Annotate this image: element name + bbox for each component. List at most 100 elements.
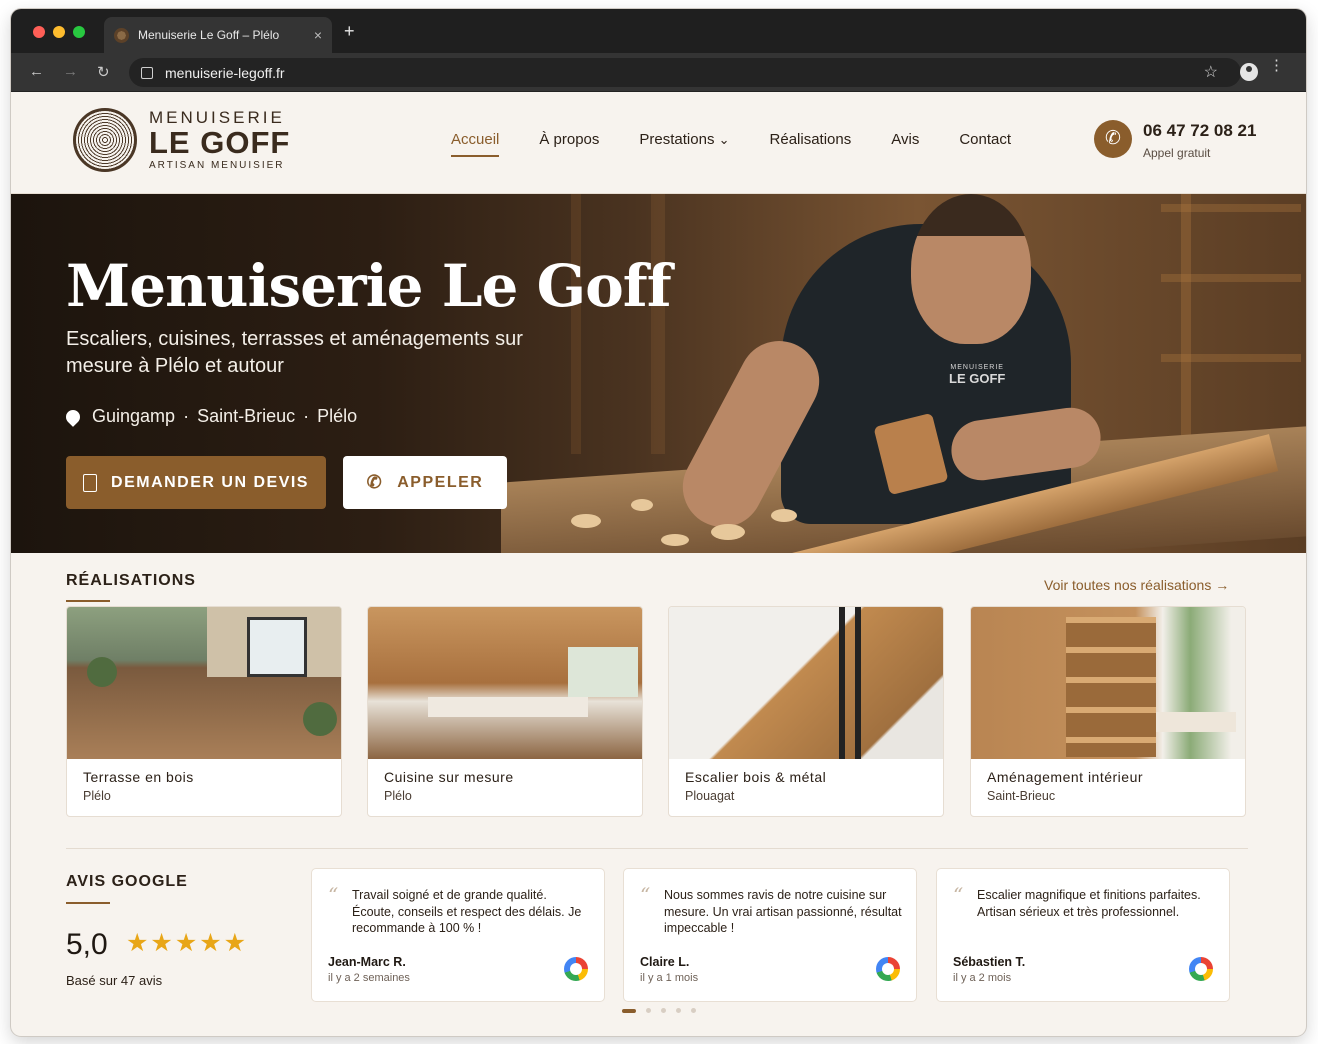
bookmark-star-icon[interactable]: ☆: [1204, 62, 1218, 82]
reload-icon[interactable]: ↻: [97, 63, 110, 81]
call-label: APPELER: [397, 473, 484, 491]
realisation-card[interactable]: Cuisine sur mesure Plélo: [367, 606, 643, 817]
logo-text[interactable]: MENUISERIE LE GOFF ARTISAN MENUISIER: [149, 108, 290, 171]
phone-icon[interactable]: ✆: [1094, 120, 1132, 158]
see-all-link[interactable]: Voir toutes nos réalisations →: [1044, 577, 1229, 593]
card-title: Cuisine sur mesure: [384, 769, 514, 785]
document-icon: [83, 473, 98, 492]
google-icon: [1189, 957, 1213, 981]
card-title: Terrasse en bois: [83, 769, 194, 785]
maximize-window-button[interactable]: [73, 26, 85, 38]
browser-window: Menuiserie Le Goff – Plélo × + ← → ↻ men…: [11, 9, 1306, 1036]
browser-menu-icon[interactable]: ⋮: [1269, 58, 1284, 73]
review-text: Nous sommes ravis de notre cuisine sur m…: [664, 888, 902, 935]
google-icon: [564, 957, 588, 981]
review-date: il y a 2 semaines: [328, 972, 410, 984]
address-bar[interactable]: menuiserie-legoff.fr: [129, 58, 1241, 87]
review-date: il y a 1 mois: [640, 972, 699, 984]
section-divider: [66, 848, 1248, 849]
tab-title: Menuiserie Le Goff – Plélo: [138, 28, 280, 42]
kitchen-photo: [368, 607, 642, 759]
nav-prestations[interactable]: Prestations ⌄: [639, 131, 729, 157]
separator: ·: [303, 406, 310, 426]
logo-line-3: ARTISAN MENUISIER: [149, 160, 285, 171]
hero-locations: Guingamp · Saint-Brieuc · Plélo: [63, 406, 358, 427]
back-icon[interactable]: ←: [29, 63, 44, 80]
avis-title: AVIS GOOGLE: [66, 873, 188, 890]
realisation-card[interactable]: Terrasse en bois Plélo: [66, 606, 342, 817]
quote-icon: “: [640, 883, 651, 907]
rating-count: Basé sur 47 avis: [66, 973, 163, 988]
location-pin-icon: [63, 406, 83, 427]
browser-tab[interactable]: Menuiserie Le Goff – Plélo ×: [104, 17, 332, 53]
realisation-card[interactable]: Escalier bois & métal Plouagat: [668, 606, 944, 817]
close-window-button[interactable]: [33, 26, 45, 38]
reviewer-name: Jean-Marc R.: [328, 955, 406, 969]
quote-icon: “: [953, 883, 964, 907]
forward-icon[interactable]: →: [63, 63, 78, 80]
rating-stars: ★★★★★: [126, 929, 249, 957]
minimize-window-button[interactable]: [53, 26, 65, 38]
phone-subtitle: Appel gratuit: [1143, 146, 1211, 160]
carousel-pager: [622, 1008, 696, 1013]
nav-a-propos[interactable]: À propos: [539, 131, 599, 157]
new-tab-button[interactable]: +: [344, 21, 355, 42]
pager-dot[interactable]: [676, 1008, 681, 1013]
review-text: Travail soigné et de grande qualité. Éco…: [352, 888, 582, 935]
review-card[interactable]: “ Travail soigné et de grande qualité. É…: [311, 868, 605, 1002]
review-card[interactable]: “ Escalier magnifique et finitions parfa…: [936, 868, 1230, 1002]
separator: ·: [183, 406, 190, 426]
title-underline: [66, 902, 110, 904]
pager-dot-active[interactable]: [622, 1008, 636, 1013]
card-location: Saint-Brieuc: [987, 789, 1056, 803]
nav-avis[interactable]: Avis: [891, 131, 919, 157]
terrace-photo: [67, 607, 341, 759]
toolbar: ← → ↻ menuiserie-legoff.fr ☆ ⋮: [11, 53, 1306, 92]
title-underline: [66, 600, 110, 602]
location-2: Saint-Brieuc: [197, 406, 296, 426]
pager-dot[interactable]: [661, 1008, 666, 1013]
realisations-title: RÉALISATIONS: [66, 572, 196, 589]
card-location: Plélo: [384, 789, 412, 803]
nav-prestations-label: Prestations: [639, 131, 715, 148]
shirt-logo: MENUISERIE LE GOFF: [949, 364, 1006, 386]
card-title: Escalier bois & métal: [685, 769, 827, 785]
main-nav: Accueil À propos Prestations ⌄ Réalisati…: [451, 131, 1011, 157]
hero-section: MENUISERIE LE GOFF Menuiserie Le Goff Es…: [11, 194, 1306, 553]
reviewer-name: Sébastien T.: [953, 955, 1026, 969]
call-button[interactable]: ✆ APPELER: [343, 456, 507, 509]
interior-photo: [971, 607, 1245, 759]
staircase-photo: [669, 607, 943, 759]
location-1: Guingamp: [92, 406, 176, 426]
hero-title: Menuiserie Le Goff: [66, 252, 672, 320]
nav-contact[interactable]: Contact: [959, 131, 1011, 157]
review-text: Escalier magnifique et finitions parfait…: [977, 888, 1201, 919]
realisation-card[interactable]: Aménagement intérieur Saint-Brieuc: [970, 606, 1246, 817]
nav-realisations[interactable]: Réalisations: [770, 131, 852, 157]
logo-wood-rings-icon[interactable]: [73, 108, 137, 172]
window-controls: [33, 26, 85, 38]
profile-icon[interactable]: [1240, 63, 1258, 81]
request-quote-button[interactable]: DEMANDER UN DEVIS: [66, 456, 326, 509]
location-3: Plélo: [317, 406, 358, 426]
logo-line-2: LE GOFF: [149, 125, 291, 160]
tab-bar: Menuiserie Le Goff – Plélo × +: [11, 9, 1306, 53]
nav-accueil[interactable]: Accueil: [451, 131, 500, 157]
card-location: Plouagat: [685, 789, 735, 803]
site-info-icon[interactable]: [141, 66, 153, 79]
quote-icon: “: [328, 883, 339, 907]
url-text: menuiserie-legoff.fr: [165, 64, 285, 81]
pager-dot[interactable]: [646, 1008, 651, 1013]
hero-subtitle: Escaliers, cuisines, terrasses et aménag…: [66, 328, 523, 377]
request-quote-label: DEMANDER UN DEVIS: [111, 473, 309, 491]
favicon-icon: [114, 27, 129, 43]
reviewer-name: Claire L.: [640, 955, 690, 969]
phone-icon: ✆: [366, 472, 384, 492]
tab-close-icon[interactable]: ×: [314, 27, 322, 43]
review-date: il y a 2 mois: [953, 972, 1012, 984]
phone-number[interactable]: 06 47 72 08 21: [1143, 121, 1256, 141]
review-card[interactable]: “ Nous sommes ravis de notre cuisine sur…: [623, 868, 917, 1002]
pager-dot[interactable]: [691, 1008, 696, 1013]
chevron-down-icon: ⌄: [718, 132, 730, 147]
card-title: Aménagement intérieur: [987, 769, 1144, 785]
